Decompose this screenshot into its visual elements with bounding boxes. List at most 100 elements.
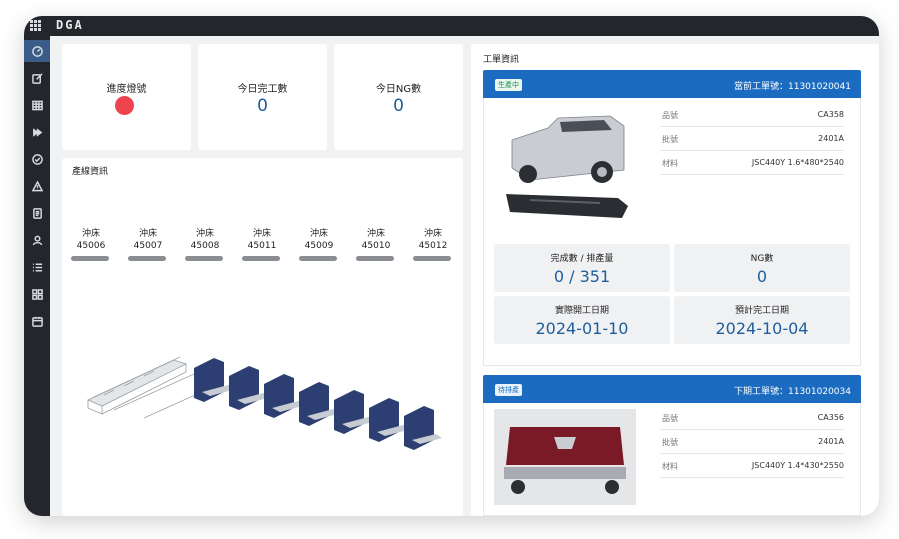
status-badge: 生產中	[495, 79, 522, 91]
next-order-number: 下期工單號：11301020034	[734, 387, 851, 397]
line-info-panel: 產線資訊 沖床 45006 沖床 45007 沖床 45008 沖床 45011	[62, 158, 463, 516]
machine-item[interactable]: 沖床 45007	[128, 228, 168, 261]
spec-row: 批號 2401A	[660, 431, 844, 454]
spec-row: 材料 JSC440Y 1.4*430*2550	[660, 455, 844, 478]
edit-icon	[31, 72, 43, 84]
ng-today-card: 今日NG數 0	[334, 44, 463, 150]
machine-type: 沖床	[423, 229, 442, 239]
kpi-value: 2024-10-04	[715, 319, 809, 338]
machine-status-bar	[242, 256, 280, 261]
production-line-illustration	[87, 356, 442, 450]
sidebar-item-list[interactable]	[27, 256, 47, 278]
user-icon	[32, 235, 42, 245]
machine-status-bar	[128, 256, 166, 261]
machine-id: 45006	[76, 241, 106, 251]
machine-type: 沖床	[309, 229, 328, 239]
machine-id: 45007	[133, 241, 163, 251]
line-info-title: 產線資訊	[72, 167, 109, 177]
work-order-panel: 工單資訊 生產中 當前工單號：11301020041 品號 CA358 批號 2…	[471, 44, 879, 516]
machine-status-bar	[185, 256, 223, 261]
kpi-label: 預計完工日期	[734, 306, 789, 316]
spec-key: 批號	[662, 438, 678, 447]
current-order-body: 品號 CA358 批號 2401A 材料 JSC440Y 1.6*480*254…	[483, 98, 861, 366]
calendar-icon	[31, 316, 43, 327]
spec-key: 材料	[662, 462, 678, 471]
kpi-label: NG數	[750, 254, 774, 264]
check-circle-icon	[31, 153, 43, 165]
spec-key: 材料	[662, 159, 678, 168]
current-order-number: 當前工單號：11301020041	[734, 82, 851, 92]
spec-value: CA358	[817, 110, 844, 119]
machine-id: 45010	[361, 241, 391, 251]
next-order-header: 待排產 下期工單號：11301020034	[483, 375, 861, 403]
sidebar-item-check[interactable]	[27, 148, 47, 170]
machine-type: 沖床	[81, 229, 100, 239]
machine-status-bar	[356, 256, 394, 261]
current-order-header: 生產中 當前工單號：11301020041	[483, 70, 861, 98]
sidebar-item-edit[interactable]	[27, 67, 47, 89]
machine-item[interactable]: 沖床 45010	[356, 228, 396, 261]
machine-id: 45009	[304, 241, 334, 251]
sidebar-item-forward[interactable]	[27, 121, 47, 143]
sidebar-item-calendar[interactable]	[27, 310, 47, 332]
completed-today-label: 今日完工數	[237, 84, 288, 95]
truck-product-image	[506, 115, 628, 218]
completed-today-card: 今日完工數 0	[198, 44, 327, 150]
top-bar: DGA	[24, 16, 879, 36]
progress-light-label: 進度燈號	[106, 84, 147, 95]
ng-today-value: 0	[393, 96, 404, 116]
app-grid-icon[interactable]	[30, 20, 41, 31]
machine-status-bar	[71, 256, 109, 261]
machine-status-bar	[413, 256, 451, 261]
machine-item[interactable]: 沖床 45006	[71, 228, 111, 261]
machine-type: 沖床	[195, 229, 214, 239]
brand-logo: DGA	[56, 18, 84, 32]
spec-value: 2401A	[818, 437, 844, 446]
spec-value: JSC440Y 1.4*430*2550	[751, 461, 844, 470]
progress-light-card: 進度燈號	[62, 44, 191, 150]
sidebar-item-user[interactable]	[27, 229, 47, 251]
sidebar	[24, 36, 50, 516]
spec-row: 批號 2401A	[660, 128, 844, 151]
machine-item[interactable]: 沖床 45008	[185, 228, 225, 261]
spec-key: 批號	[662, 135, 678, 144]
sidebar-item-warning[interactable]	[27, 175, 47, 197]
kpi-value: 0	[756, 267, 768, 286]
spec-value: JSC440Y 1.6*480*2540	[751, 158, 844, 167]
status-badge: 待排產	[495, 384, 522, 396]
spec-row: 材料 JSC440Y 1.6*480*2540	[660, 152, 844, 175]
kpi-label: 實際開工日期	[554, 306, 609, 316]
work-order-title: 工單資訊	[483, 55, 520, 65]
machine-item[interactable]: 沖床 45012	[413, 228, 453, 261]
end-date-kpi: 預計完工日期 2024-10-04	[674, 296, 850, 344]
sidebar-item-apps[interactable]	[27, 283, 47, 305]
apps-icon	[31, 288, 43, 300]
machine-item[interactable]: 沖床 45011	[242, 228, 282, 261]
start-date-kpi: 實際開工日期 2024-01-10	[494, 296, 670, 344]
fast-forward-icon	[32, 127, 42, 137]
done-quantity-kpi: 完成數 / 排產量 0 / 351	[494, 244, 670, 292]
spec-key: 品號	[662, 111, 678, 120]
app-window: DGA 進度燈號 今日完工數 0 今日NG數 0 產線資訊 沖床 45006 沖…	[24, 16, 879, 516]
completed-today-value: 0	[257, 96, 268, 116]
kpi-value: 0 / 351	[553, 267, 611, 286]
machine-type: 沖床	[366, 229, 385, 239]
machine-type: 沖床	[138, 229, 157, 239]
spec-row: 品號 CA356	[660, 407, 844, 430]
kpi-value: 2024-01-10	[535, 319, 629, 338]
ng-count-kpi: NG數 0	[674, 244, 850, 292]
machine-id: 45012	[418, 241, 448, 251]
sidebar-item-dashboard[interactable]	[24, 40, 50, 62]
sidebar-item-table[interactable]	[27, 94, 47, 116]
machine-item[interactable]: 沖床 45009	[299, 228, 339, 261]
spec-value: CA356	[817, 413, 844, 422]
machine-status-bar	[299, 256, 337, 261]
spec-key: 品號	[662, 414, 678, 423]
sidebar-item-document[interactable]	[27, 202, 47, 224]
table-icon	[31, 100, 43, 110]
machine-id: 45008	[190, 241, 220, 251]
spec-value: 2401A	[818, 134, 844, 143]
progress-status-light	[115, 96, 134, 115]
kpi-label: 完成數 / 排產量	[550, 254, 614, 264]
list-icon	[32, 263, 42, 271]
